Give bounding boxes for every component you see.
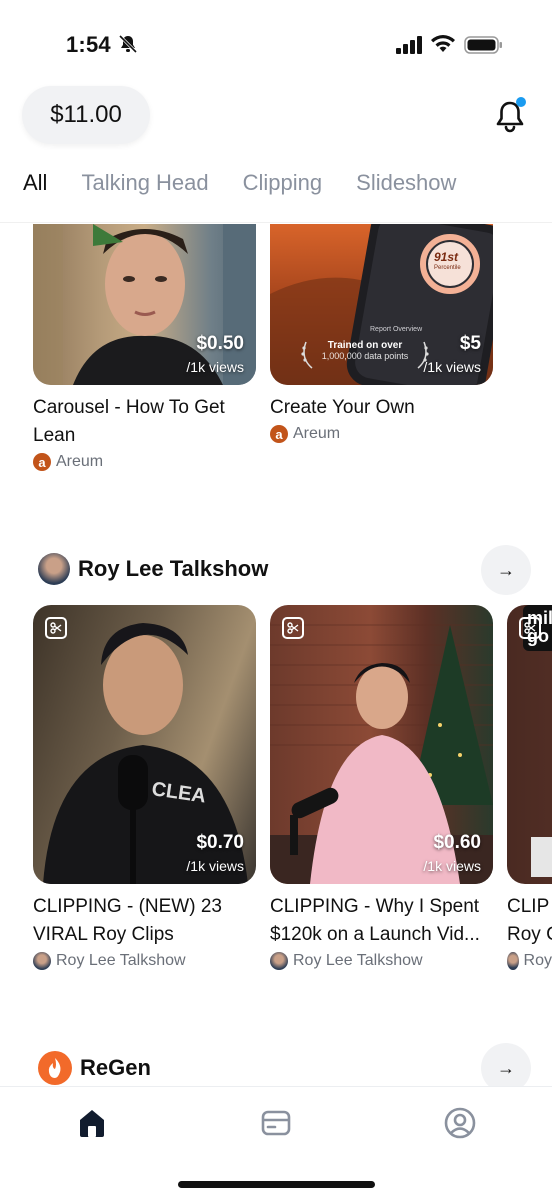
card-author[interactable]: a Areum [33, 453, 103, 471]
section-header-roy-lee[interactable]: Roy Lee Talkshow [38, 553, 268, 585]
campaign-card-roy-partial[interactable]: mil go [507, 605, 552, 884]
trained-line-2: 1,000,000 data points [321, 351, 409, 361]
clip-badge [519, 617, 541, 639]
nav-home[interactable] [77, 1107, 107, 1144]
tab-slideshow[interactable]: Slideshow [356, 170, 456, 200]
card-author[interactable]: Roy Lee Talkshow [270, 952, 423, 970]
regen-logo-icon [38, 1051, 72, 1085]
arrow-right-icon: → [497, 559, 515, 580]
see-all-roy-button[interactable]: → [481, 545, 531, 595]
campaign-card-create-your-own[interactable]: 91st Percentile Report Overview Trained … [270, 224, 493, 385]
card-thumbnail: $0.50 /1k views [33, 224, 256, 385]
tab-clipping[interactable]: Clipping [243, 170, 323, 200]
roy-lee-avatar [38, 553, 70, 585]
card-author[interactable]: a Areum [270, 425, 340, 443]
tab-all[interactable]: All [23, 170, 47, 200]
scissors-icon [524, 622, 536, 634]
card-title[interactable]: Carousel - How To Get Lean [33, 394, 258, 450]
silent-mode-icon [118, 34, 138, 54]
category-tabs: All Talking Head Clipping Slideshow [23, 170, 552, 200]
card-thumbnail: mil go [507, 605, 552, 884]
balance-pill[interactable]: $11.00 [22, 86, 150, 144]
roy-lee-avatar [33, 952, 51, 970]
card-thumbnail: 91st Percentile Report Overview Trained … [270, 224, 493, 385]
card-title[interactable]: CLIPPING - (NEW) 23 VIRAL Roy Clips [33, 893, 258, 949]
card-title[interactable]: CLIPPING - Why I Spent $120k on a Launch… [270, 893, 495, 949]
card-price-unit: /1k views [423, 858, 481, 874]
section-title: Roy Lee Talkshow [78, 556, 269, 581]
wallet-icon [261, 1110, 291, 1136]
scissors-icon [50, 622, 62, 634]
card-title-partial[interactable]: CLIP Roy C [507, 893, 552, 949]
scissors-icon [287, 622, 299, 634]
score-text: 91st [434, 250, 459, 264]
card-author-partial[interactable]: Roy [507, 952, 552, 970]
card-thumbnail: CLEA $0.70 /1k views [33, 605, 256, 884]
nav-profile[interactable] [444, 1107, 476, 1144]
status-bar: 1:54 [0, 0, 552, 90]
balance-amount: $11.00 [50, 101, 122, 128]
card-author[interactable]: Roy Lee Talkshow [33, 952, 186, 970]
card-price: $0.70 [196, 832, 244, 853]
card-title[interactable]: Create Your Own [270, 394, 495, 422]
notifications-button[interactable] [490, 96, 530, 136]
status-time: 1:54 [66, 32, 111, 57]
section-title: ReGen [80, 1055, 151, 1080]
roy-lee-avatar [270, 952, 288, 970]
clip-badge [282, 617, 304, 639]
campaign-card-carousel[interactable]: $0.50 /1k views [33, 224, 256, 385]
trained-badge: Trained on over 1,000,000 data points [300, 340, 430, 369]
card-thumbnail: $0.60 /1k views [270, 605, 493, 884]
report-text: Report Overview [370, 326, 423, 333]
notification-dot [516, 97, 526, 107]
campaign-card-roy-clips[interactable]: CLEA $0.70 /1k views [33, 605, 256, 884]
card-price-unit: /1k views [423, 359, 481, 375]
card-price: $5 [459, 333, 481, 354]
card-price: $0.50 [196, 333, 244, 354]
nav-wallet[interactable] [261, 1109, 291, 1142]
clip-badge [45, 617, 67, 639]
battery-icon [464, 36, 502, 54]
areum-avatar: a [270, 425, 288, 443]
card-price-unit: /1k views [186, 858, 244, 874]
score-sub: Percentile [434, 265, 461, 271]
tab-talking-head[interactable]: Talking Head [81, 170, 208, 200]
card-price-unit: /1k views [186, 359, 244, 375]
trained-line-1: Trained on over [327, 340, 403, 351]
cellular-signal-icon [396, 36, 422, 54]
tabs-divider [0, 222, 552, 223]
wifi-icon [431, 35, 455, 52]
roy-lee-avatar [507, 952, 519, 970]
areum-avatar: a [33, 453, 51, 471]
profile-icon [444, 1107, 476, 1139]
partial-image [531, 837, 552, 877]
campaign-card-launch-video[interactable]: $0.60 /1k views [270, 605, 493, 884]
arrow-right-icon: → [497, 1057, 515, 1078]
home-indicator [178, 1181, 375, 1188]
section-header-regen[interactable]: ReGen [38, 1051, 151, 1085]
home-icon [80, 1110, 104, 1137]
card-price: $0.60 [433, 832, 481, 853]
